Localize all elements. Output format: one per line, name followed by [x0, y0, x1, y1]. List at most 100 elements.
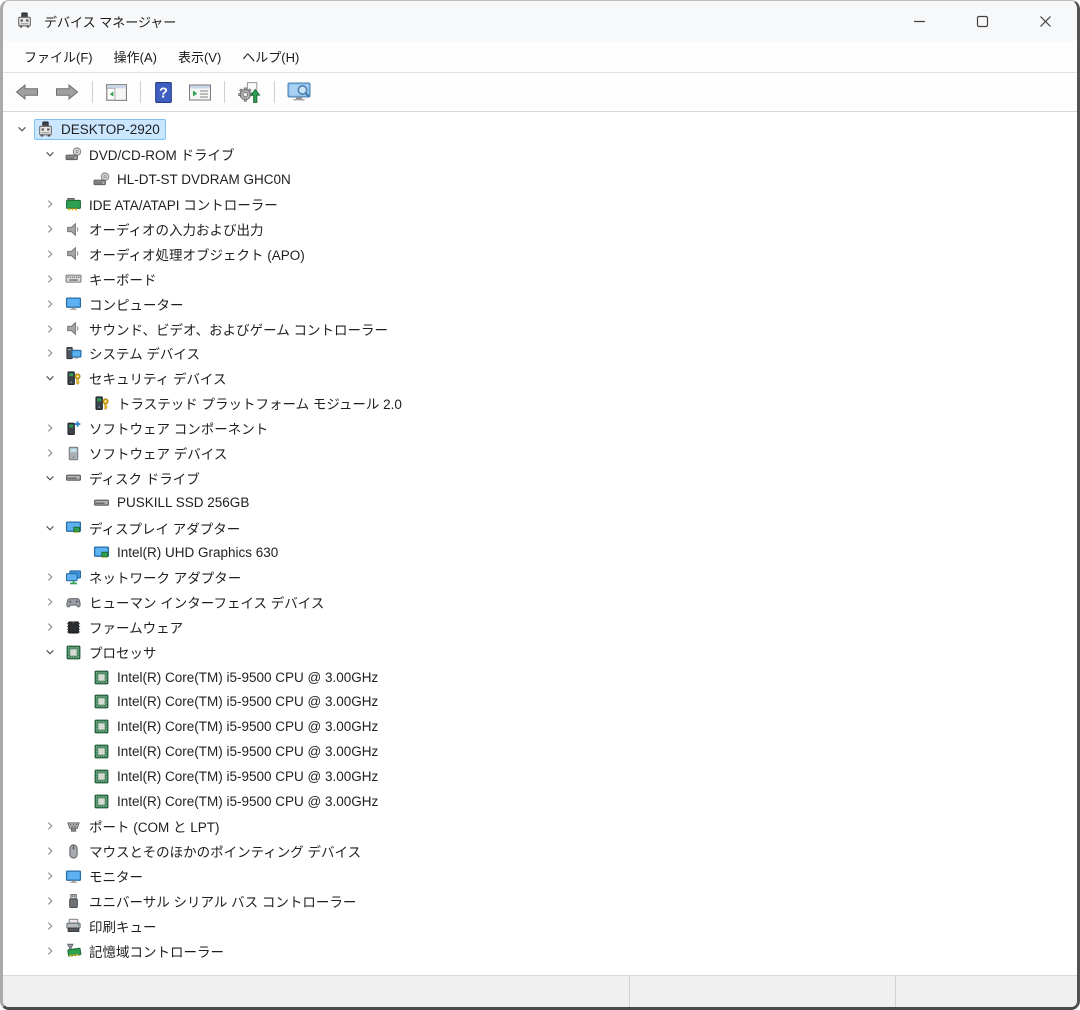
- chevron-down-icon[interactable]: [41, 146, 59, 163]
- chevron-right-icon[interactable]: [41, 270, 59, 287]
- chevron-right-icon[interactable]: [41, 942, 59, 959]
- close-button[interactable]: [1014, 1, 1077, 41]
- tree-item[interactable]: 記憶域コントローラー: [3, 938, 1077, 963]
- minimize-button[interactable]: [888, 1, 951, 41]
- tree-item[interactable]: Intel(R) Core(TM) i5-9500 CPU @ 3.00GHz: [3, 789, 1077, 814]
- tree-item[interactable]: ポート (COM と LPT): [3, 814, 1077, 839]
- tree-item[interactable]: IDE ATA/ATAPI コントローラー: [3, 192, 1077, 217]
- chevron-right-icon[interactable]: [41, 818, 59, 835]
- chevron-right-icon[interactable]: [41, 345, 59, 362]
- tree-item[interactable]: オーディオ処理オブジェクト (APO): [3, 241, 1077, 266]
- help-button[interactable]: ?: [148, 78, 179, 107]
- console-tree-icon: [105, 82, 128, 103]
- tree-item[interactable]: ヒューマン インターフェイス デバイス: [3, 590, 1077, 615]
- computer-icon: [37, 121, 54, 138]
- chevron-right-icon[interactable]: [41, 196, 59, 213]
- tree-item[interactable]: Intel(R) UHD Graphics 630: [3, 540, 1077, 565]
- chevron-placeholder: [69, 494, 87, 511]
- chevron-right-icon[interactable]: [41, 594, 59, 611]
- show-hide-console-tree-button[interactable]: [100, 79, 133, 106]
- audio-icon: [65, 221, 82, 238]
- processor-icon: [93, 669, 110, 686]
- tree-item[interactable]: ファームウェア: [3, 615, 1077, 640]
- window-title: デバイス マネージャー: [44, 14, 177, 30]
- menu-action[interactable]: 操作(A): [105, 43, 166, 70]
- tree-item[interactable]: システム デバイス: [3, 341, 1077, 366]
- tree-item-label: Intel(R) Core(TM) i5-9500 CPU @ 3.00GHz: [117, 793, 379, 809]
- toolbar-separator: [92, 81, 93, 103]
- tree-item[interactable]: ソフトウェア コンポーネント: [3, 416, 1077, 441]
- tree-item[interactable]: マウスとそのほかのポインティング デバイス: [3, 839, 1077, 864]
- chevron-right-icon[interactable]: [41, 445, 59, 462]
- processor-icon: [93, 693, 110, 710]
- chevron-right-icon[interactable]: [41, 569, 59, 586]
- tree-item-label: 記憶域コントローラー: [89, 944, 224, 960]
- chevron-right-icon[interactable]: [41, 619, 59, 636]
- chevron-right-icon[interactable]: [41, 295, 59, 312]
- maximize-icon: [976, 15, 989, 28]
- chevron-down-icon[interactable]: [41, 519, 59, 536]
- chevron-down-icon[interactable]: [13, 121, 31, 138]
- tree-item[interactable]: オーディオの入力および出力: [3, 217, 1077, 242]
- chevron-down-icon[interactable]: [41, 370, 59, 387]
- tree-item-label: ポート (COM と LPT): [89, 820, 220, 836]
- tree-item[interactable]: トラステッド プラットフォーム モジュール 2.0: [3, 391, 1077, 416]
- menu-view[interactable]: 表示(V): [169, 43, 230, 70]
- chevron-placeholder: [69, 669, 87, 686]
- dvd-drive-icon: [65, 146, 82, 163]
- processor-icon: [93, 768, 110, 785]
- tree-item[interactable]: モニター: [3, 864, 1077, 889]
- arrow-left-icon: [14, 82, 40, 102]
- forward-button[interactable]: [49, 79, 85, 105]
- tree-item[interactable]: Intel(R) Core(TM) i5-9500 CPU @ 3.00GHz: [3, 665, 1077, 690]
- security-device-icon: [65, 370, 82, 387]
- tree-item[interactable]: ディスプレイ アダプター: [3, 515, 1077, 540]
- network-adapter-icon: [65, 569, 82, 586]
- tree-item-label: IDE ATA/ATAPI コントローラー: [89, 198, 278, 214]
- tree-item-label: ファームウェア: [89, 621, 184, 637]
- tree-item[interactable]: ソフトウェア デバイス: [3, 441, 1077, 466]
- tree-item[interactable]: セキュリティ デバイス: [3, 366, 1077, 391]
- tree-item[interactable]: ネットワーク アダプター: [3, 565, 1077, 590]
- chevron-right-icon[interactable]: [41, 245, 59, 262]
- search-computer-button[interactable]: [282, 78, 320, 106]
- tree-item[interactable]: ユニバーサル シリアル バス コントローラー: [3, 889, 1077, 914]
- tree-item[interactable]: 印刷キュー: [3, 914, 1077, 939]
- port-icon: [65, 818, 82, 835]
- tree-item[interactable]: Intel(R) Core(TM) i5-9500 CPU @ 3.00GHz: [3, 714, 1077, 739]
- tree-item[interactable]: DVD/CD-ROM ドライブ: [3, 142, 1077, 167]
- chevron-right-icon[interactable]: [41, 320, 59, 337]
- maximize-button[interactable]: [951, 1, 1014, 41]
- scan-hardware-changes-button[interactable]: [232, 78, 267, 107]
- mouse-icon: [65, 843, 82, 860]
- chevron-right-icon[interactable]: [41, 843, 59, 860]
- chevron-placeholder: [69, 395, 87, 412]
- tree-item-label: PUSKILL SSD 256GB: [117, 495, 250, 511]
- tree-item[interactable]: DESKTOP-2920: [3, 117, 1077, 142]
- chevron-right-icon[interactable]: [41, 420, 59, 437]
- menu-file[interactable]: ファイル(F): [15, 43, 102, 70]
- tree-item-label: 印刷キュー: [89, 919, 157, 935]
- chevron-down-icon[interactable]: [41, 644, 59, 661]
- chevron-down-icon[interactable]: [41, 469, 59, 486]
- properties-button[interactable]: [183, 79, 217, 106]
- menu-help[interactable]: ヘルプ(H): [233, 43, 308, 70]
- keyboard-icon: [65, 270, 82, 287]
- device-manager-icon: [16, 12, 34, 30]
- toolbar-separator: [274, 81, 275, 103]
- tree-item[interactable]: ディスク ドライブ: [3, 465, 1077, 490]
- tree-item[interactable]: PUSKILL SSD 256GB: [3, 490, 1077, 515]
- tree-item[interactable]: キーボード: [3, 266, 1077, 291]
- back-button[interactable]: [9, 79, 45, 105]
- tree-item[interactable]: Intel(R) Core(TM) i5-9500 CPU @ 3.00GHz: [3, 764, 1077, 789]
- tree-item[interactable]: Intel(R) Core(TM) i5-9500 CPU @ 3.00GHz: [3, 739, 1077, 764]
- tree-item[interactable]: サウンド、ビデオ、およびゲーム コントローラー: [3, 316, 1077, 341]
- tree-item[interactable]: コンピューター: [3, 291, 1077, 316]
- chevron-right-icon[interactable]: [41, 917, 59, 934]
- chevron-right-icon[interactable]: [41, 893, 59, 910]
- tree-item[interactable]: プロセッサ: [3, 640, 1077, 665]
- tree-item[interactable]: Intel(R) Core(TM) i5-9500 CPU @ 3.00GHz: [3, 689, 1077, 714]
- chevron-right-icon[interactable]: [41, 221, 59, 238]
- tree-item[interactable]: HL-DT-ST DVDRAM GHC0N: [3, 167, 1077, 192]
- chevron-right-icon[interactable]: [41, 868, 59, 885]
